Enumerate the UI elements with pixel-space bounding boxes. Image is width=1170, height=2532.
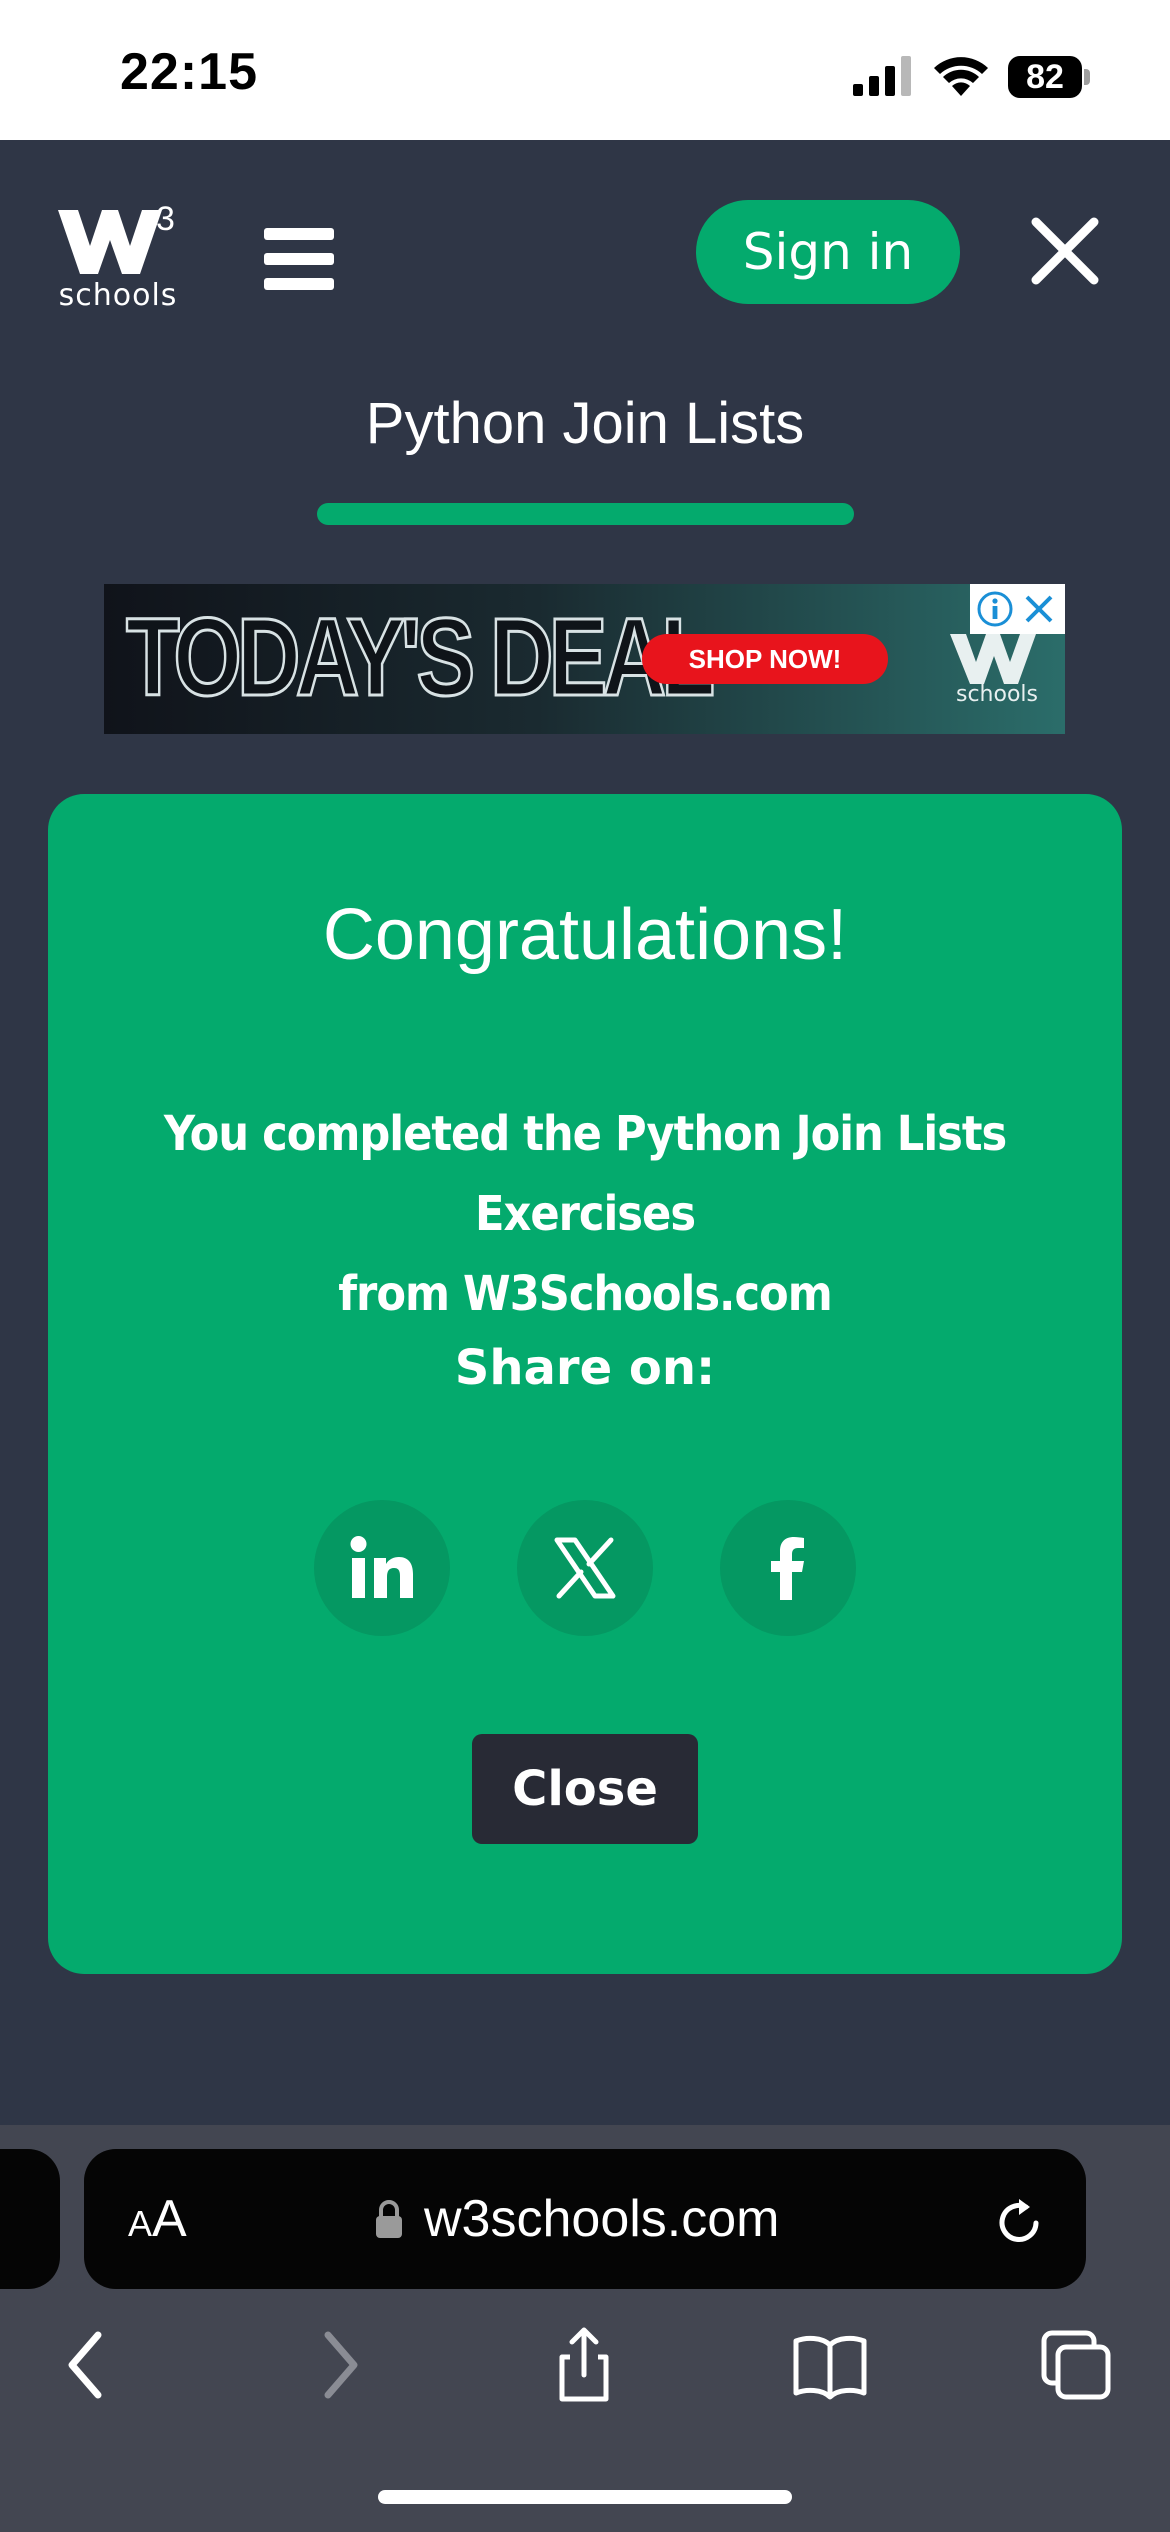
congratulations-modal: Congratulations! You completed the Pytho… [48,794,1122,1974]
url-text[interactable]: w3schools.com [424,2189,779,2249]
lock-icon [376,2200,402,2238]
share-linkedin-button[interactable] [314,1500,450,1636]
previous-tab-preview[interactable] [0,2149,60,2289]
x-twitter-icon [554,1537,616,1599]
sign-in-button[interactable]: Sign in [696,200,960,304]
tabs-icon[interactable] [1036,2325,1116,2405]
back-icon[interactable] [46,2325,126,2405]
share-x-button[interactable] [517,1500,653,1636]
ad-choices[interactable] [970,584,1065,634]
battery-level: 82 [1026,58,1064,96]
ad-shop-now-button[interactable]: SHOP NOW! [642,634,888,684]
linkedin-icon [350,1536,413,1598]
reload-icon[interactable] [992,2195,1046,2249]
facebook-icon [771,1537,804,1600]
browser-toolbar: AA w3schools.com [0,2125,1170,2532]
close-icon[interactable] [1030,216,1100,286]
completion-message: You completed the Python Join Lists Exer… [48,1094,1122,1334]
close-button[interactable]: Close [472,1734,698,1844]
share-label: Share on: [454,1340,716,1396]
completion-message-line2: from W3Schools.com [338,1266,832,1322]
progress-bar [317,503,854,525]
address-bar[interactable]: AA w3schools.com [84,2149,1086,2289]
status-time: 22:15 [120,43,258,101]
cellular-signal-icon [853,56,911,96]
battery-icon: 82 [1008,56,1090,98]
text-size-button[interactable]: AA [128,2189,187,2249]
w3-logo-mark: 3 [58,200,175,274]
ad-banner[interactable]: TODAY'S DEAL SHOP NOW! schools [104,584,1065,734]
page-content: 3 schools Sign in Python Join Lists TODA… [0,140,1170,2125]
home-indicator [378,2490,792,2504]
ad-close-icon[interactable] [1022,592,1056,626]
forward-icon[interactable] [300,2325,380,2405]
share-facebook-button[interactable] [720,1500,856,1636]
svg-text:3: 3 [156,202,175,238]
adchoices-info-icon[interactable] [976,590,1014,628]
wifi-icon [934,57,988,96]
bookmarks-icon[interactable] [790,2325,870,2405]
page-title: Python Join Lists [365,391,805,456]
ad-logo-text: schools [956,682,1038,707]
logo-text: schools [58,278,178,313]
ad-headline: TODAY'S DEAL [125,595,717,721]
completion-message-line1: You completed the Python Join Lists Exer… [163,1106,1007,1242]
share-icon[interactable] [544,2325,624,2405]
status-bar: 22:15 82 [0,0,1170,140]
w3schools-logo[interactable]: 3 schools [56,200,180,313]
hamburger-menu-icon[interactable] [264,228,334,290]
modal-heading: Congratulations! [322,895,848,975]
